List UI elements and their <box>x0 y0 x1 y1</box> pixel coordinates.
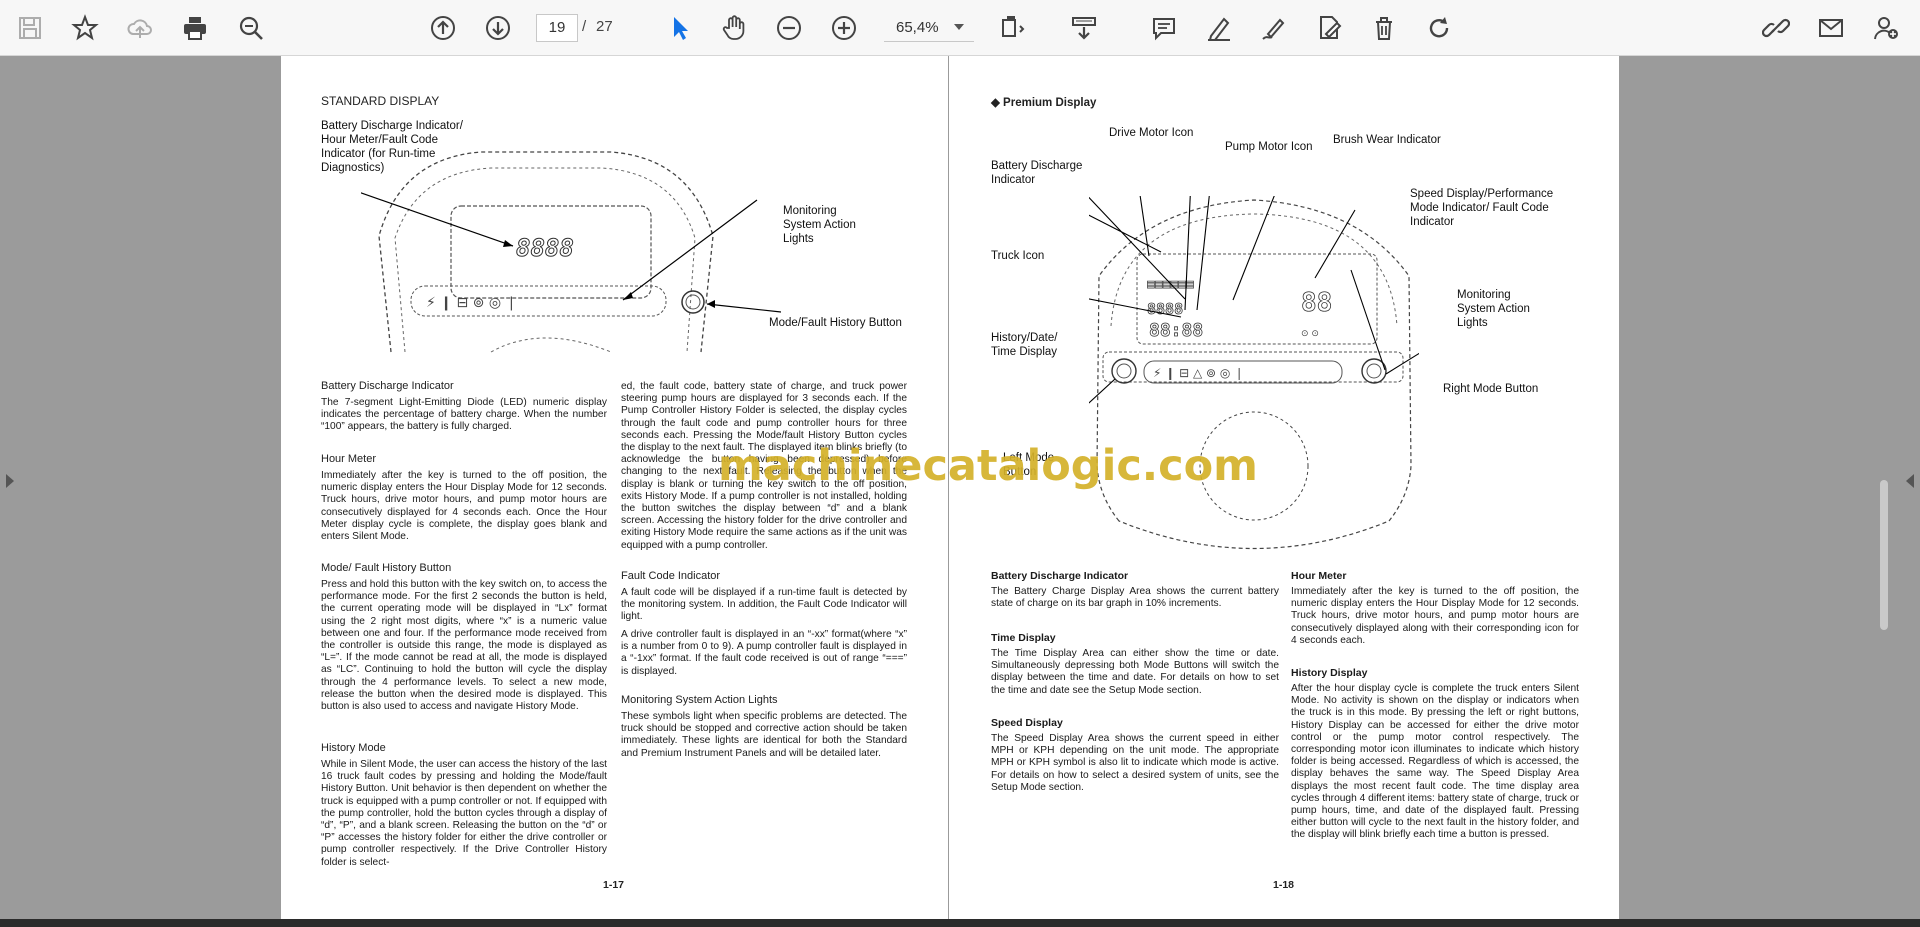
section-heading: Battery Discharge Indicator <box>321 380 454 392</box>
callout-truck-icon: Truck Icon <box>991 250 1045 262</box>
watermark-text: machinecatalogic.com <box>718 441 1258 491</box>
delete-icon[interactable] <box>1364 8 1404 48</box>
email-icon[interactable] <box>1811 8 1851 48</box>
callout-monitoring-lights: Monitoring System Action Lights <box>783 205 856 245</box>
hand-tool-icon[interactable] <box>714 8 754 48</box>
highlight-pen-icon[interactable] <box>1199 8 1239 48</box>
section-body: The Time Display Area can either show th… <box>991 648 1279 696</box>
section-body: A drive controller fault is displayed in… <box>621 629 907 677</box>
svg-text:8888: 8888 <box>1147 300 1183 318</box>
page-number: 1-18 <box>1273 879 1295 891</box>
section-heading: Fault Code Indicator <box>621 570 721 582</box>
section-heading: Battery Discharge Indicator <box>991 570 1129 582</box>
section-heading: Time Display <box>991 632 1056 644</box>
section-body: After the hour display cycle is complete… <box>1291 683 1579 841</box>
page-title: STANDARD DISPLAY <box>321 94 440 108</box>
page-title-text: Premium Display <box>1003 97 1097 109</box>
section-heading: Hour Meter <box>321 453 377 465</box>
section-heading: Mode/ Fault History Button <box>321 562 452 574</box>
section-heading: Monitoring System Action Lights <box>621 694 778 706</box>
section-body: The 7-segment Light-Emitting Diode (LED)… <box>321 397 607 433</box>
section-body: These symbols light when specific proble… <box>621 711 907 759</box>
chevron-down-icon[interactable] <box>954 24 964 30</box>
comment-icon[interactable] <box>1144 8 1184 48</box>
callout-monitoring-lights: Monitoring System Action Lights <box>1457 289 1530 329</box>
print-icon[interactable] <box>175 8 215 48</box>
section-heading: Hour Meter <box>1291 570 1347 582</box>
callout-history-display: History/Date/ Time Display <box>991 332 1058 358</box>
upload-cloud-icon[interactable] <box>120 8 160 48</box>
fill-sign-icon[interactable] <box>1309 8 1349 48</box>
user-account-icon[interactable] <box>1866 8 1906 48</box>
svg-text:88:88: 88:88 <box>1149 320 1203 341</box>
save-icon[interactable] <box>10 8 50 48</box>
svg-text:⊙ ⊙: ⊙ ⊙ <box>1301 329 1319 339</box>
section-body: Press and hold this button with the key … <box>321 579 607 713</box>
callout-pump-motor-icon: Pump Motor Icon <box>1225 141 1313 153</box>
bookmark-star-icon[interactable] <box>65 8 105 48</box>
page-title: ◆ Premium Display <box>991 95 1096 109</box>
draw-icon[interactable] <box>1254 8 1294 48</box>
standard-display-diagram: 8888 ⚡ ❙ ⊟ ⊚ ◎ ❘ <box>361 151 781 353</box>
callout-battery-indicator: Battery Discharge Indicator <box>991 160 1083 186</box>
bullet-icon: ◆ <box>991 97 1004 109</box>
page-number: 1-17 <box>603 879 625 891</box>
page-number-input[interactable]: 19 <box>536 14 578 42</box>
rotate-icon[interactable] <box>1419 8 1459 48</box>
section-body: Immediately after the key is turned to t… <box>321 470 607 543</box>
section-heading: Speed Display <box>991 717 1063 729</box>
zoom-out-icon[interactable] <box>769 8 809 48</box>
zoom-in-icon[interactable] <box>824 8 864 48</box>
select-cursor-icon[interactable] <box>660 8 700 48</box>
page-separator: / <box>582 18 587 35</box>
callout-mode-button: Mode/Fault History Button <box>769 317 902 329</box>
left-panel-toggle-icon[interactable] <box>6 474 14 488</box>
section-body: Immediately after the key is turned to t… <box>1291 586 1579 646</box>
section-heading: History Display <box>1291 667 1368 679</box>
premium-display-diagram: ▤▤▤▤▤▤ 8888 88:88 88 ⊙ ⊙ ⚡ ❙ ⊟ △ ⊚ ◎ ❘ <box>1089 196 1419 550</box>
section-body: While in Silent Mode, the user can acces… <box>321 759 607 868</box>
section-heading: History Mode <box>321 742 386 754</box>
page-down-icon[interactable] <box>478 8 518 48</box>
section-body: The Speed Display Area shows the current… <box>991 733 1279 793</box>
share-link-icon[interactable] <box>1756 8 1796 48</box>
page-up-icon[interactable] <box>423 8 463 48</box>
callout-brush-wear-indicator: Brush Wear Indicator <box>1333 134 1441 146</box>
section-body: A fault code will be displayed if a run-… <box>621 587 907 623</box>
fit-page-icon[interactable] <box>992 8 1032 48</box>
right-panel-toggle-icon[interactable] <box>1906 474 1914 488</box>
scroll-mode-icon[interactable] <box>1064 8 1104 48</box>
vertical-scrollbar-thumb[interactable] <box>1880 480 1888 630</box>
callout-battery-indicator: Battery Discharge Indicator/ Hour Meter/… <box>321 120 463 174</box>
callout-speed-display: Speed Display/Performance Mode Indicator… <box>1410 188 1554 228</box>
callout-right-mode-button: Right Mode Button <box>1443 383 1539 395</box>
toolbar: 19 / 27 65,4% <box>0 0 1920 56</box>
svg-text:⚡ ❙ ⊟ ⊚ ◎ ❘: ⚡ ❙ ⊟ ⊚ ◎ ❘ <box>426 295 517 311</box>
zoom-search-icon[interactable] <box>231 8 271 48</box>
section-body: The Battery Charge Display Area shows th… <box>991 586 1279 610</box>
status-bar <box>0 919 1920 927</box>
svg-text:88: 88 <box>1301 288 1332 318</box>
svg-text:8888: 8888 <box>516 234 574 262</box>
svg-text:⚡ ❙ ⊟ △ ⊚ ◎ ❘: ⚡ ❙ ⊟ △ ⊚ ◎ ❘ <box>1153 366 1244 380</box>
callout-drive-motor-icon: Drive Motor Icon <box>1109 127 1194 139</box>
page-total: 27 <box>596 18 613 35</box>
